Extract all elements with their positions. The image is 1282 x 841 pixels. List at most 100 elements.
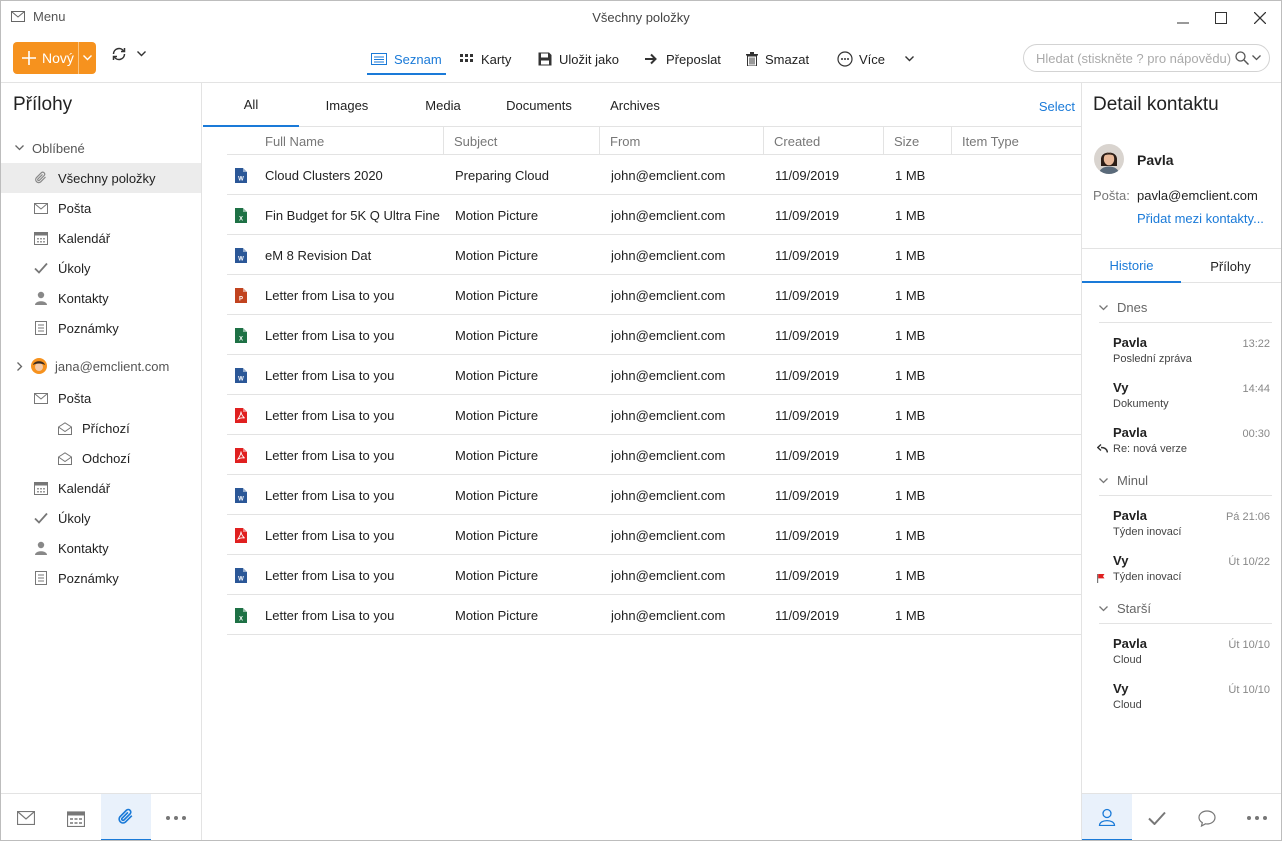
history-item[interactable]: Pavla Cloud Út 10/10 [1082, 631, 1281, 675]
sidebar-item-tasks[interactable]: Úkoly [1, 253, 201, 283]
contact-detail-button[interactable] [1082, 794, 1132, 840]
module-calendar-button[interactable] [51, 794, 101, 840]
table-row[interactable]: X Fin Budget for 5K Q Ultra Fine Motion Pi… [227, 195, 1081, 235]
new-dropdown-button[interactable] [79, 42, 96, 74]
maximize-button[interactable] [1206, 7, 1236, 29]
history-item[interactable]: Vy Týden inovací Út 10/22 [1082, 548, 1281, 592]
toolbar-list-view[interactable]: Seznam [367, 45, 446, 75]
chat-panel-button[interactable] [1182, 794, 1232, 840]
tab-all[interactable]: All [203, 83, 299, 127]
chat-bubble-icon [1198, 809, 1216, 827]
module-attachments-button[interactable] [101, 794, 151, 840]
row-full-name: Letter from Lisa to you [265, 567, 395, 583]
chevron-down-icon[interactable] [1252, 55, 1261, 61]
svg-text:W: W [238, 376, 244, 382]
sidebar-item-outbox[interactable]: Odchozí [1, 443, 201, 473]
select-link[interactable]: Select [1039, 99, 1075, 114]
minimize-button[interactable] [1168, 7, 1198, 29]
table-row[interactable]: X Letter from Lisa to you Motion Picture jo… [227, 595, 1081, 635]
column-header-created[interactable]: Created [763, 127, 883, 155]
sidebar-item-account-contacts[interactable]: Kontakty [1, 533, 201, 563]
history-section-header[interactable]: Starší [1099, 594, 1272, 624]
column-header-size[interactable]: Size [883, 127, 951, 155]
row-from: john@emclient.com [611, 327, 726, 343]
close-button[interactable] [1245, 7, 1275, 29]
sidebar-item-contacts[interactable]: Kontakty [1, 283, 201, 313]
search-input[interactable]: Hledat (stiskněte ? pro nápovědu) [1023, 44, 1270, 72]
add-to-contacts-link[interactable]: Přidat mezi kontakty... [1137, 211, 1264, 226]
history-item-time: Út 10/22 [1228, 556, 1270, 568]
favorites-group-header[interactable]: Oblíbené [15, 133, 85, 163]
sidebar-item-account-tasks[interactable]: Úkoly [1, 503, 201, 533]
column-header-subject[interactable]: Subject [443, 127, 599, 155]
toolbar-cards-view[interactable]: Karty [456, 45, 515, 73]
sidebar-item-label: Poznámky [58, 320, 119, 336]
toolbar-delete[interactable]: Smazat [742, 45, 813, 73]
more-circle-icon [837, 51, 853, 67]
sidebar-item-account-mail[interactable]: Pošta [1, 383, 201, 413]
sidebar-item-calendar[interactable]: Kalendář [1, 223, 201, 253]
table-row[interactable]: W Letter from Lisa to you Motion Picture jo… [227, 475, 1081, 515]
table-row[interactable]: P Letter from Lisa to you Motion Picture jo… [227, 275, 1081, 315]
row-from: john@emclient.com [611, 207, 726, 223]
excel-file-icon: X [227, 195, 255, 235]
account-label: jana@emclient.com [55, 358, 170, 374]
calendar-icon [67, 810, 85, 827]
sync-button[interactable] [111, 47, 146, 61]
account-group-header[interactable]: jana@emclient.com [17, 351, 169, 381]
toolbar-forward[interactable]: Přeposlat [641, 45, 725, 73]
toolbar-save-as[interactable]: Uložit jako [534, 45, 623, 73]
row-subject: Motion Picture [455, 247, 539, 263]
column-header-full-name[interactable]: Full Name [255, 127, 467, 155]
sidebar-item-inbox[interactable]: Příchozí [1, 413, 201, 443]
table-row[interactable]: WeM 8 Revision Dat Motion Picture john@emc… [227, 235, 1081, 275]
row-full-name: Letter from Lisa to you [265, 527, 395, 543]
history-item[interactable]: Pavla Re: nová verze 00:30 [1082, 420, 1281, 464]
tab-attachments[interactable]: Přílohy [1181, 249, 1280, 283]
table-row[interactable]: W Cloud Clusters 2020 Preparing Cloud john@… [227, 155, 1081, 195]
tab-media[interactable]: Media [395, 83, 491, 127]
column-header-from[interactable]: From [599, 127, 763, 155]
check-icon [34, 511, 48, 525]
module-mail-button[interactable] [1, 794, 51, 840]
row-created: 11/09/2019 [775, 527, 840, 543]
new-button[interactable]: Nový [13, 42, 96, 74]
table-row[interactable]: X Letter from Lisa to you Motion Picture jo… [227, 315, 1081, 355]
sidebar-item-all-items[interactable]: Všechny položky [1, 163, 201, 193]
history-item[interactable]: Pavla Týden inovací Pá 21:06 [1082, 503, 1281, 547]
tab-images[interactable]: Images [299, 83, 395, 127]
contact-detail-panel: Detail kontaktu Pavla Pošta: pavla@emcli… [1081, 83, 1281, 840]
module-more-button[interactable] [151, 794, 201, 840]
inbox-icon [58, 421, 72, 435]
chevron-down-icon [15, 145, 24, 151]
sidebar-item-account-notes[interactable]: Poznámky [1, 563, 201, 593]
history-item[interactable]: Pavla Poslední zpráva 13:22 [1082, 330, 1281, 374]
table-row[interactable]: Letter from Lisa to you Motion Picture joh… [227, 435, 1081, 475]
column-header-item-type[interactable]: Item Type [951, 127, 1081, 155]
word-file-icon: W [227, 235, 255, 275]
sidebar-item-notes[interactable]: Poznámky [1, 313, 201, 343]
contact-avatar[interactable] [1094, 144, 1124, 174]
tab-archives[interactable]: Archives [587, 83, 683, 127]
history-item[interactable]: Vy Cloud Út 10/10 [1082, 676, 1281, 720]
table-row[interactable]: W Letter from Lisa to you Motion Picture jo… [227, 355, 1081, 395]
toolbar-more[interactable]: Více [833, 45, 918, 73]
tab-history[interactable]: Historie [1082, 249, 1181, 283]
table-row[interactable]: Letter from Lisa to you Motion Picture joh… [227, 515, 1081, 555]
new-button-main[interactable]: Nový [13, 42, 78, 74]
sidebar-item-mail[interactable]: Pošta [1, 193, 201, 223]
row-size: 1 MB [895, 327, 926, 343]
table-row[interactable]: Letter from Lisa to you Motion Picture joh… [227, 395, 1081, 435]
table-row[interactable]: W Letter from Lisa to you Motion Picture jo… [227, 555, 1081, 595]
row-size: 1 MB [895, 207, 926, 223]
contact-email[interactable]: pavla@emclient.com [1137, 188, 1258, 203]
tab-documents[interactable]: Documents [491, 83, 587, 127]
pdf-file-icon [227, 515, 255, 555]
sidebar-item-account-calendar[interactable]: Kalendář [1, 473, 201, 503]
panel-more-button[interactable] [1232, 794, 1281, 840]
row-subject: Motion Picture [455, 527, 539, 543]
history-section-header[interactable]: Dnes [1099, 293, 1272, 323]
history-section-header[interactable]: Minul [1099, 466, 1272, 496]
tasks-panel-button[interactable] [1132, 794, 1182, 840]
history-item[interactable]: Vy Dokumenty 14:44 [1082, 375, 1281, 419]
